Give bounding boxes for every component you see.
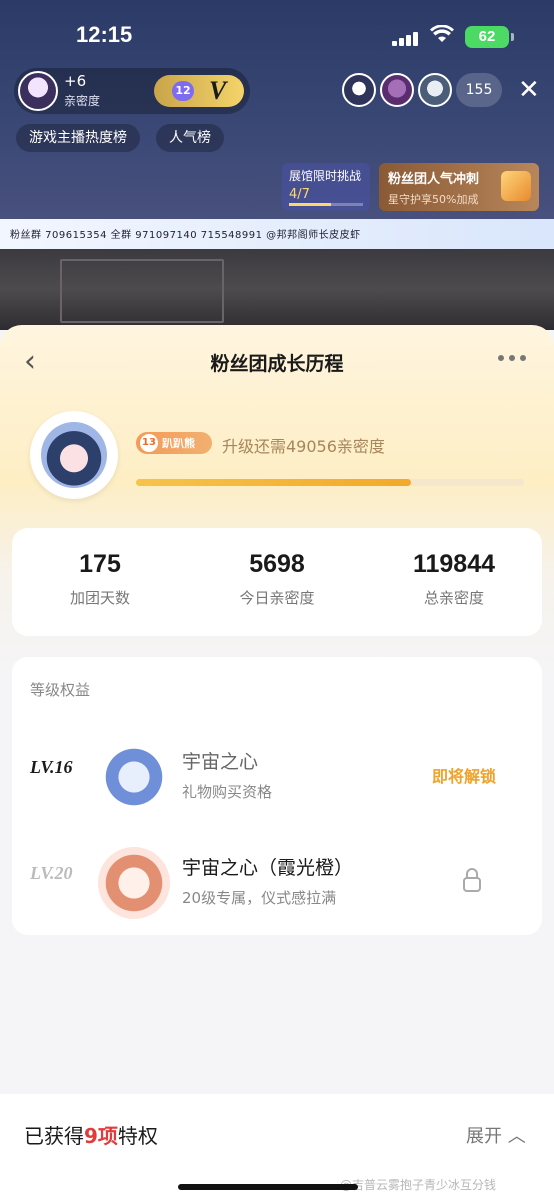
fan-sprint-card[interactable]: 粉丝团人气冲刺 星守护享50%加成	[379, 163, 539, 211]
viewer-count[interactable]: 155	[456, 73, 502, 107]
rank-tab-game-anchor-hot[interactable]: 游戏主播热度榜	[16, 124, 140, 152]
stats-card: 175 加团天数 5698 今日亲密度 119844 总亲密度	[12, 528, 542, 636]
fan-club-growth-panel: ‹ 粉丝团成长历程 13 趴趴熊 升级还需49056亲密度 175 加团天数 5…	[0, 325, 554, 1200]
privileges-summary: 已获得9项特权	[24, 1120, 158, 1149]
stat-today-intimacy: 5698 今日亲密度	[189, 550, 365, 608]
status-time: 12:15	[76, 22, 133, 47]
fan-club-badge[interactable]: 12 V	[154, 75, 244, 107]
expand-button[interactable]: 展开 ︿	[466, 1122, 526, 1148]
benefit-name: 宇宙之心（霞光橙）	[182, 857, 354, 879]
banner-text: 粉丝群 709615354 全群 971097140 715548991 @邦邦…	[10, 230, 361, 241]
anchor-intimacy-label: 亲密度	[64, 94, 101, 108]
level-badge-name: 趴趴熊	[162, 437, 195, 450]
close-icon[interactable]: ✕	[518, 76, 540, 104]
status-bar: 12:15 62	[0, 0, 554, 70]
viewer-avatar[interactable]	[418, 73, 452, 107]
cosmic-heart-gift-icon	[98, 741, 170, 813]
benefit-level: LV.20	[30, 863, 73, 883]
privileges-count: 9项	[84, 1124, 118, 1148]
watermark: @吉普云雾抱子青少冰互分钱	[340, 1178, 497, 1192]
cellular-signal-icon	[392, 28, 418, 46]
privileges-bar: 已获得9项特权 展开 ︿ @吉普云雾抱子青少冰互分钱	[0, 1094, 554, 1200]
benefit-row[interactable]: LV.16 宇宙之心 礼物购买资格 即将解锁	[12, 731, 542, 821]
benefit-name: 宇宙之心	[182, 751, 259, 773]
benefit-status: 即将解锁	[432, 767, 497, 786]
anchor-info[interactable]: +6 亲密度 12 V	[14, 68, 250, 114]
anchor-intimacy-gain: +6	[64, 72, 87, 90]
stat-value: 119844	[412, 550, 496, 578]
stat-value: 175	[79, 550, 121, 578]
challenge-progress: 4/7	[289, 187, 310, 202]
stat-label: 今日亲密度	[239, 589, 315, 607]
lock-icon	[463, 868, 481, 892]
vip-mark: V	[209, 76, 227, 105]
avatar	[30, 411, 118, 499]
expand-label: 展开	[466, 1126, 502, 1147]
anchor-avatar[interactable]	[18, 71, 58, 111]
level-benefits-card: 等级权益 LV.16 宇宙之心 礼物购买资格 即将解锁 LV.20 宇宙之心（霞…	[12, 657, 542, 935]
benefit-row[interactable]: LV.20 宇宙之心（霞光橙） 20级专属，仪式感拉满	[12, 837, 542, 927]
stat-join-days: 175 加团天数	[12, 550, 188, 608]
home-indicator[interactable]	[178, 1184, 358, 1190]
fan-badge-level: 12	[172, 81, 194, 101]
privileges-suffix: 特权	[117, 1124, 158, 1148]
challenge-title: 展馆限时挑战	[289, 169, 362, 183]
level-progress-bar	[136, 479, 524, 486]
fire-icon	[501, 171, 531, 201]
viewer-avatar[interactable]	[342, 73, 376, 107]
privileges-prefix: 已获得	[24, 1124, 84, 1148]
rank-tab-popularity[interactable]: 人气榜	[156, 124, 224, 152]
benefit-level: LV.16	[30, 757, 73, 777]
wifi-icon	[430, 24, 454, 49]
fan-level-badge: 13 趴趴熊	[136, 432, 212, 454]
game-video-frame	[0, 249, 554, 330]
stat-label: 总亲密度	[423, 589, 484, 607]
upgrade-requirement: 升级还需49056亲密度	[222, 437, 385, 456]
stat-total-intimacy: 119844 总亲密度	[366, 550, 542, 608]
live-stream-area: 12:15 62 +6 亲密度 12 V 155 ✕ 游戏主播热度榜 人气榜 展…	[0, 0, 554, 330]
stat-value: 5698	[249, 550, 305, 578]
more-icon[interactable]	[498, 355, 534, 365]
stat-label: 加团天数	[69, 589, 130, 607]
level-badge-number: 13	[140, 434, 158, 452]
level-progress-fill	[136, 479, 412, 486]
benefit-description: 礼物购买资格	[182, 783, 273, 801]
stream-overlay-banner: 粉丝群 709615354 全群 971097140 715548991 @邦邦…	[0, 219, 554, 249]
exhibition-challenge-card[interactable]: 展馆限时挑战 4/7	[282, 163, 370, 211]
cosmic-heart-orange-gift-icon	[98, 847, 170, 919]
challenge-progress-bar	[289, 203, 363, 206]
benefit-description: 20级专属，仪式感拉满	[182, 889, 337, 907]
benefits-title: 等级权益	[30, 681, 91, 699]
viewer-avatar[interactable]	[380, 73, 414, 107]
page-title: 粉丝团成长历程	[210, 353, 344, 375]
battery-icon: 62	[465, 26, 514, 48]
chevron-up-icon: ︿	[507, 1126, 526, 1147]
